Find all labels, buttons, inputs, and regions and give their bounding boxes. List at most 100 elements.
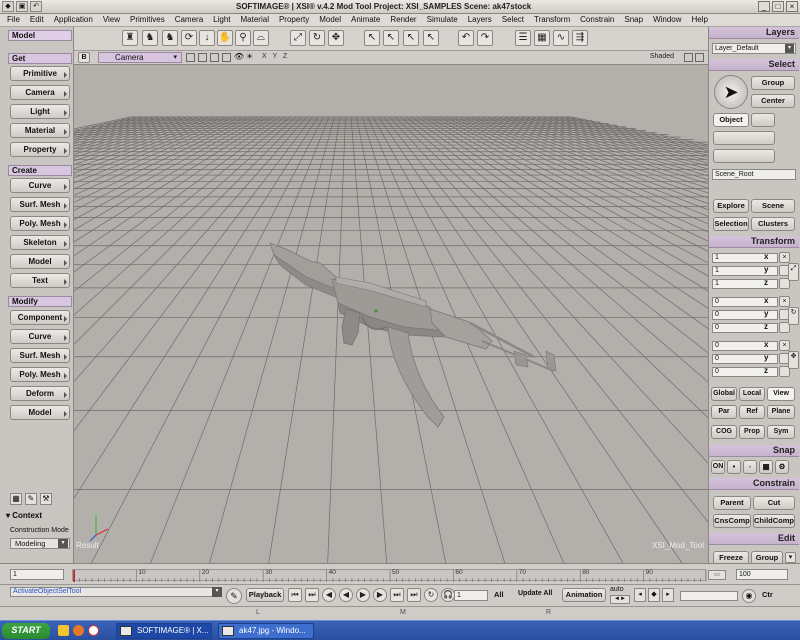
start-frame-field[interactable]: 1: [10, 569, 64, 580]
auto-key-toggle[interactable]: ◄►: [610, 595, 630, 604]
end-frame-field[interactable]: 100: [736, 569, 788, 580]
rotate-z-field[interactable]: 0: [712, 323, 778, 333]
snap-points-button[interactable]: •: [727, 460, 741, 474]
create-poly-mesh-button[interactable]: Poly. Mesh: [10, 216, 70, 231]
translate-axis-label[interactable]: y: [764, 353, 768, 362]
menu-item-view[interactable]: View: [98, 14, 125, 26]
maximize-button[interactable]: □: [772, 1, 784, 12]
menu-item-application[interactable]: Application: [49, 14, 98, 26]
select-poly-icon[interactable]: ↖: [423, 30, 439, 46]
scale-icon[interactable]: ⤢: [290, 30, 306, 46]
childcomp-button[interactable]: ChildComp: [753, 514, 795, 528]
menu-item-primitives[interactable]: Primitives: [125, 14, 170, 26]
snap-on-button[interactable]: ON: [711, 460, 725, 474]
taskbar-item-softimage[interactable]: SOFTIMAGE® | X...: [116, 623, 212, 639]
view-full-icon[interactable]: [695, 53, 704, 62]
select-filter-button[interactable]: [751, 113, 775, 127]
snap-grid-button[interactable]: ▦: [759, 460, 773, 474]
create-curve-button[interactable]: Curve: [10, 178, 70, 193]
quicklaunch-app-icon[interactable]: [58, 625, 69, 636]
script-editor-icon[interactable]: ✎: [226, 588, 242, 604]
create-skeleton-button[interactable]: Skeleton: [10, 235, 70, 250]
cnscomp-button[interactable]: CnsComp: [713, 514, 751, 528]
create-surf-mesh-button[interactable]: Surf. Mesh: [10, 197, 70, 212]
sun-icon[interactable]: ☀: [246, 53, 255, 62]
menu-item-render[interactable]: Render: [385, 14, 421, 26]
menu-item-window[interactable]: Window: [648, 14, 686, 26]
select-arrow-button[interactable]: ➤: [714, 75, 748, 109]
minimize-button[interactable]: _: [758, 1, 770, 12]
memo-icon[interactable]: [222, 53, 231, 62]
rotate-axis-label[interactable]: z: [764, 322, 768, 331]
menu-item-layers[interactable]: Layers: [463, 14, 497, 26]
menu-item-simulate[interactable]: Simulate: [422, 14, 463, 26]
modify-curve-button[interactable]: Curve: [10, 329, 70, 344]
down-arrow-icon[interactable]: ↓: [199, 30, 215, 46]
menu-item-camera[interactable]: Camera: [170, 14, 208, 26]
prev-key-set-icon[interactable]: ◂: [634, 588, 646, 602]
camera-selector[interactable]: Camera ▾: [98, 52, 182, 63]
menu-item-animate[interactable]: Animate: [346, 14, 385, 26]
explore-button[interactable]: Explore: [713, 199, 749, 213]
command-line[interactable]: ActivateObjectSelTool: [10, 587, 222, 597]
next-key-icon[interactable]: ⏭: [390, 588, 404, 602]
menu-item-property[interactable]: Property: [274, 14, 314, 26]
chevron-down-icon[interactable]: ▾: [212, 587, 222, 597]
cut-button[interactable]: Cut: [753, 496, 795, 510]
get-light-button[interactable]: Light: [10, 104, 70, 119]
scale-z-field[interactable]: 1: [712, 279, 778, 289]
rotate-view-icon[interactable]: ⟳: [181, 30, 197, 46]
walk-icon[interactable]: ♜: [122, 30, 138, 46]
close-button[interactable]: ×: [786, 1, 798, 12]
translate-z-field[interactable]: 0: [712, 367, 778, 377]
translate-axis-label[interactable]: z: [764, 366, 768, 375]
playback-button[interactable]: Playback: [246, 588, 284, 602]
first-frame-icon[interactable]: ⏮: [288, 588, 302, 602]
menu-item-select[interactable]: Select: [497, 14, 529, 26]
timeline-range-icon[interactable]: ▭: [708, 570, 726, 580]
orbit-icon[interactable]: ⌓: [253, 30, 269, 46]
walk3-icon[interactable]: ♞: [162, 30, 178, 46]
view-square-icon[interactable]: [684, 53, 693, 62]
update-all-button[interactable]: Update All: [518, 590, 552, 597]
select-point-icon[interactable]: ↖: [383, 30, 399, 46]
viewport-canvas[interactable]: Result XSI_Mod_Tool: [0, 65, 800, 617]
local-button[interactable]: Local: [739, 387, 765, 401]
view-button[interactable]: View: [767, 387, 795, 401]
scale-axis-label[interactable]: z: [764, 278, 768, 287]
ref-button[interactable]: Ref: [739, 405, 765, 419]
get-material-button[interactable]: Material: [10, 123, 70, 138]
current-frame-field[interactable]: 1: [454, 590, 488, 601]
menu-item-transform[interactable]: Transform: [529, 14, 575, 26]
snap-curve-button[interactable]: ◦: [743, 460, 757, 474]
modify-model-button[interactable]: Model: [10, 405, 70, 420]
menu-item-help[interactable]: Help: [687, 14, 713, 26]
play-back-icon[interactable]: ◀: [339, 588, 353, 602]
browser-icon[interactable]: [88, 625, 99, 636]
mode-selector[interactable]: Model: [8, 30, 72, 41]
loop-icon[interactable]: ↻: [424, 588, 438, 602]
keying-set-field[interactable]: [680, 591, 738, 601]
explorer-icon[interactable]: ☰: [515, 30, 531, 46]
hand-icon[interactable]: ✋: [217, 30, 233, 46]
group-button[interactable]: Group: [751, 76, 795, 90]
modify-component-button[interactable]: Component: [10, 310, 70, 325]
lock-icon[interactable]: [186, 53, 195, 62]
create-text-button[interactable]: Text: [10, 273, 70, 288]
object-button[interactable]: Object: [713, 113, 749, 127]
redo-icon[interactable]: ↷: [477, 30, 493, 46]
rotate-axis-label[interactable]: x: [764, 296, 768, 305]
menu-item-material[interactable]: Material: [236, 14, 274, 26]
menu-item-constrain[interactable]: Constrain: [575, 14, 619, 26]
paint-icon[interactable]: ▦: [10, 493, 22, 505]
key-icon[interactable]: ◆: [648, 588, 660, 602]
undo-icon[interactable]: ↶: [458, 30, 474, 46]
spreadsheet-icon[interactable]: ▦: [534, 30, 550, 46]
rotate-icon[interactable]: ↻: [309, 30, 325, 46]
taskbar-item-image[interactable]: ak47.jpg - Windo...: [218, 623, 314, 639]
play-icon[interactable]: ▶: [356, 588, 370, 602]
select-filter2-button[interactable]: [713, 131, 775, 145]
translate-mode-icon[interactable]: ✥: [788, 351, 799, 369]
get-camera-button[interactable]: Camera: [10, 85, 70, 100]
select-arrow-icon[interactable]: ↖: [364, 30, 380, 46]
